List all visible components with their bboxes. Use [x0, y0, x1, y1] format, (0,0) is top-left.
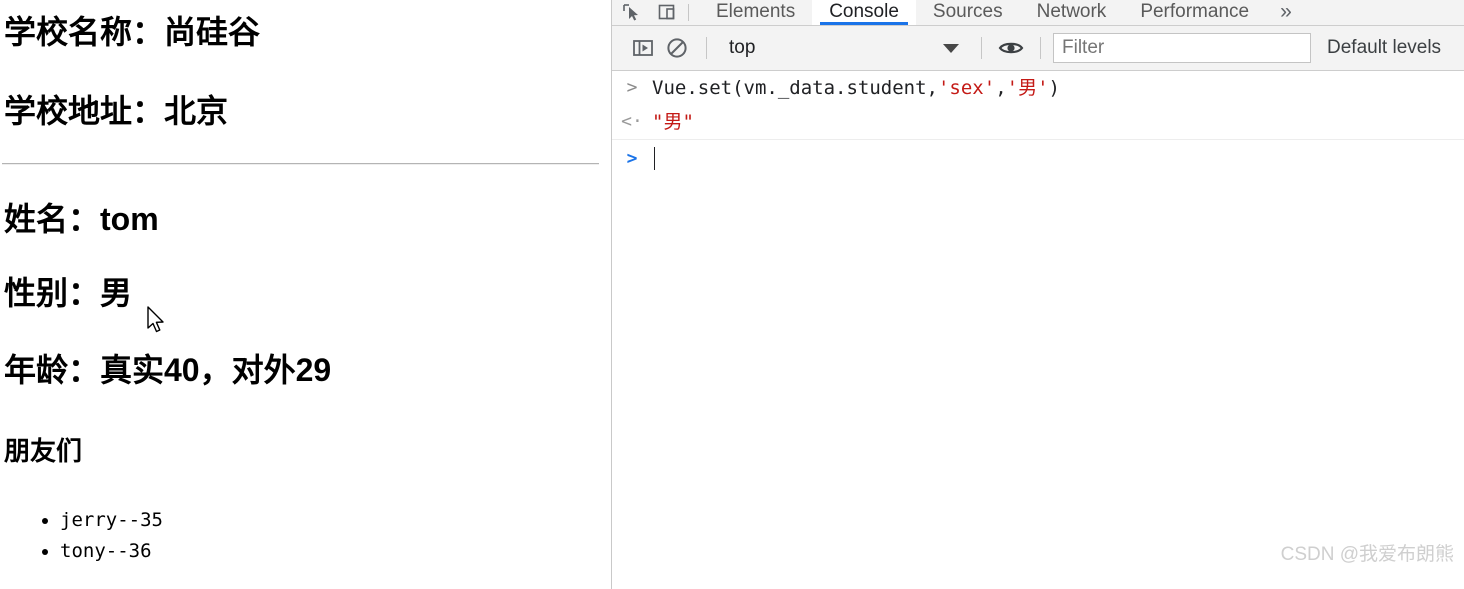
mouse-cursor-icon [147, 306, 164, 333]
console-toolbar: top Default levels [612, 26, 1464, 71]
clear-console-icon[interactable] [660, 31, 694, 65]
tab-label: Performance [1140, 1, 1250, 22]
command-arg2: '男' [1006, 77, 1049, 99]
list-item: tony--36 [60, 536, 163, 567]
screen: 学校名称：尚硅谷 学校地址：北京 姓名：tom 性别：男 年龄：真实40，对外2… [0, 0, 1464, 589]
friends-heading: 朋友们 [4, 436, 83, 466]
watermark: CSDN @我爱布朗熊 [1280, 544, 1454, 565]
console-input-row: > Vue.set(vm._data.student,'sex','男') [612, 71, 1464, 105]
execution-context-value: top [729, 37, 756, 58]
student-name-heading: 姓名：tom [4, 201, 159, 237]
devtools-panel: Elements Console Sources Network Perform… [612, 0, 1464, 589]
rendered-page: 学校名称：尚硅谷 学校地址：北京 姓名：tom 性别：男 年龄：真实40，对外2… [0, 0, 611, 589]
tabbar-divider [688, 4, 689, 21]
tab-network[interactable]: Network [1020, 0, 1124, 25]
toolbar-divider-3 [1040, 37, 1041, 59]
text-caret [654, 147, 655, 170]
tab-label: Elements [716, 1, 796, 22]
devtools-tabs: Elements Console Sources Network Perform… [699, 0, 1306, 25]
device-toolbar-icon[interactable] [656, 1, 678, 23]
console-sidebar-icon[interactable] [626, 31, 660, 65]
console-result-row: <· "男" [612, 105, 1464, 140]
console-result-value: "男" [652, 111, 694, 133]
command-suffix: ) [1048, 77, 1060, 99]
toolbar-divider-2 [981, 37, 982, 59]
tab-label: Network [1036, 1, 1107, 22]
tab-label: Sources [932, 1, 1003, 22]
console-command: Vue.set(vm._data.student,'sex','男') [652, 75, 1060, 101]
tab-sources[interactable]: Sources [916, 0, 1020, 25]
input-arrow-icon: > [626, 77, 638, 98]
tab-label: Console [829, 1, 899, 22]
live-expression-eye-icon[interactable] [994, 31, 1028, 65]
execution-context-select[interactable]: top [719, 33, 969, 63]
student-sex-heading: 性别：男 [4, 275, 133, 311]
horizontal-rule [2, 163, 599, 165]
school-name-heading: 学校名称：尚硅谷 [4, 14, 261, 50]
devtools-tabbar: Elements Console Sources Network Perform… [612, 0, 1464, 26]
command-prefix: Vue.set(vm._data.student, [652, 77, 938, 99]
tab-elements[interactable]: Elements [699, 0, 812, 25]
inspect-element-icon[interactable] [620, 1, 642, 23]
output-arrow-icon: <· [621, 111, 643, 132]
student-age-heading: 年龄：真实40，对外29 [4, 352, 332, 388]
tab-performance[interactable]: Performance [1123, 0, 1266, 25]
list-item: jerry--35 [60, 505, 163, 536]
command-arg1: 'sex' [937, 77, 996, 99]
toolbar-divider [706, 37, 707, 59]
chevron-down-icon [943, 43, 959, 53]
friends-list: jerry--35 tony--36 [4, 505, 163, 567]
log-levels-dropdown[interactable]: Default levels [1327, 37, 1441, 59]
school-address-heading: 学校地址：北京 [4, 93, 229, 129]
console-prompt-row[interactable]: > [612, 140, 1464, 176]
devtools-tool-icons [612, 0, 684, 25]
prompt-arrow-icon: > [626, 147, 638, 169]
more-tabs-label: » [1280, 0, 1292, 23]
filter-input[interactable] [1053, 33, 1311, 63]
console-log-area[interactable]: > Vue.set(vm._data.student,'sex','男') <·… [612, 71, 1464, 588]
command-comma: , [995, 77, 1007, 99]
tab-console[interactable]: Console [812, 0, 916, 25]
more-tabs-button[interactable]: » [1266, 0, 1306, 25]
